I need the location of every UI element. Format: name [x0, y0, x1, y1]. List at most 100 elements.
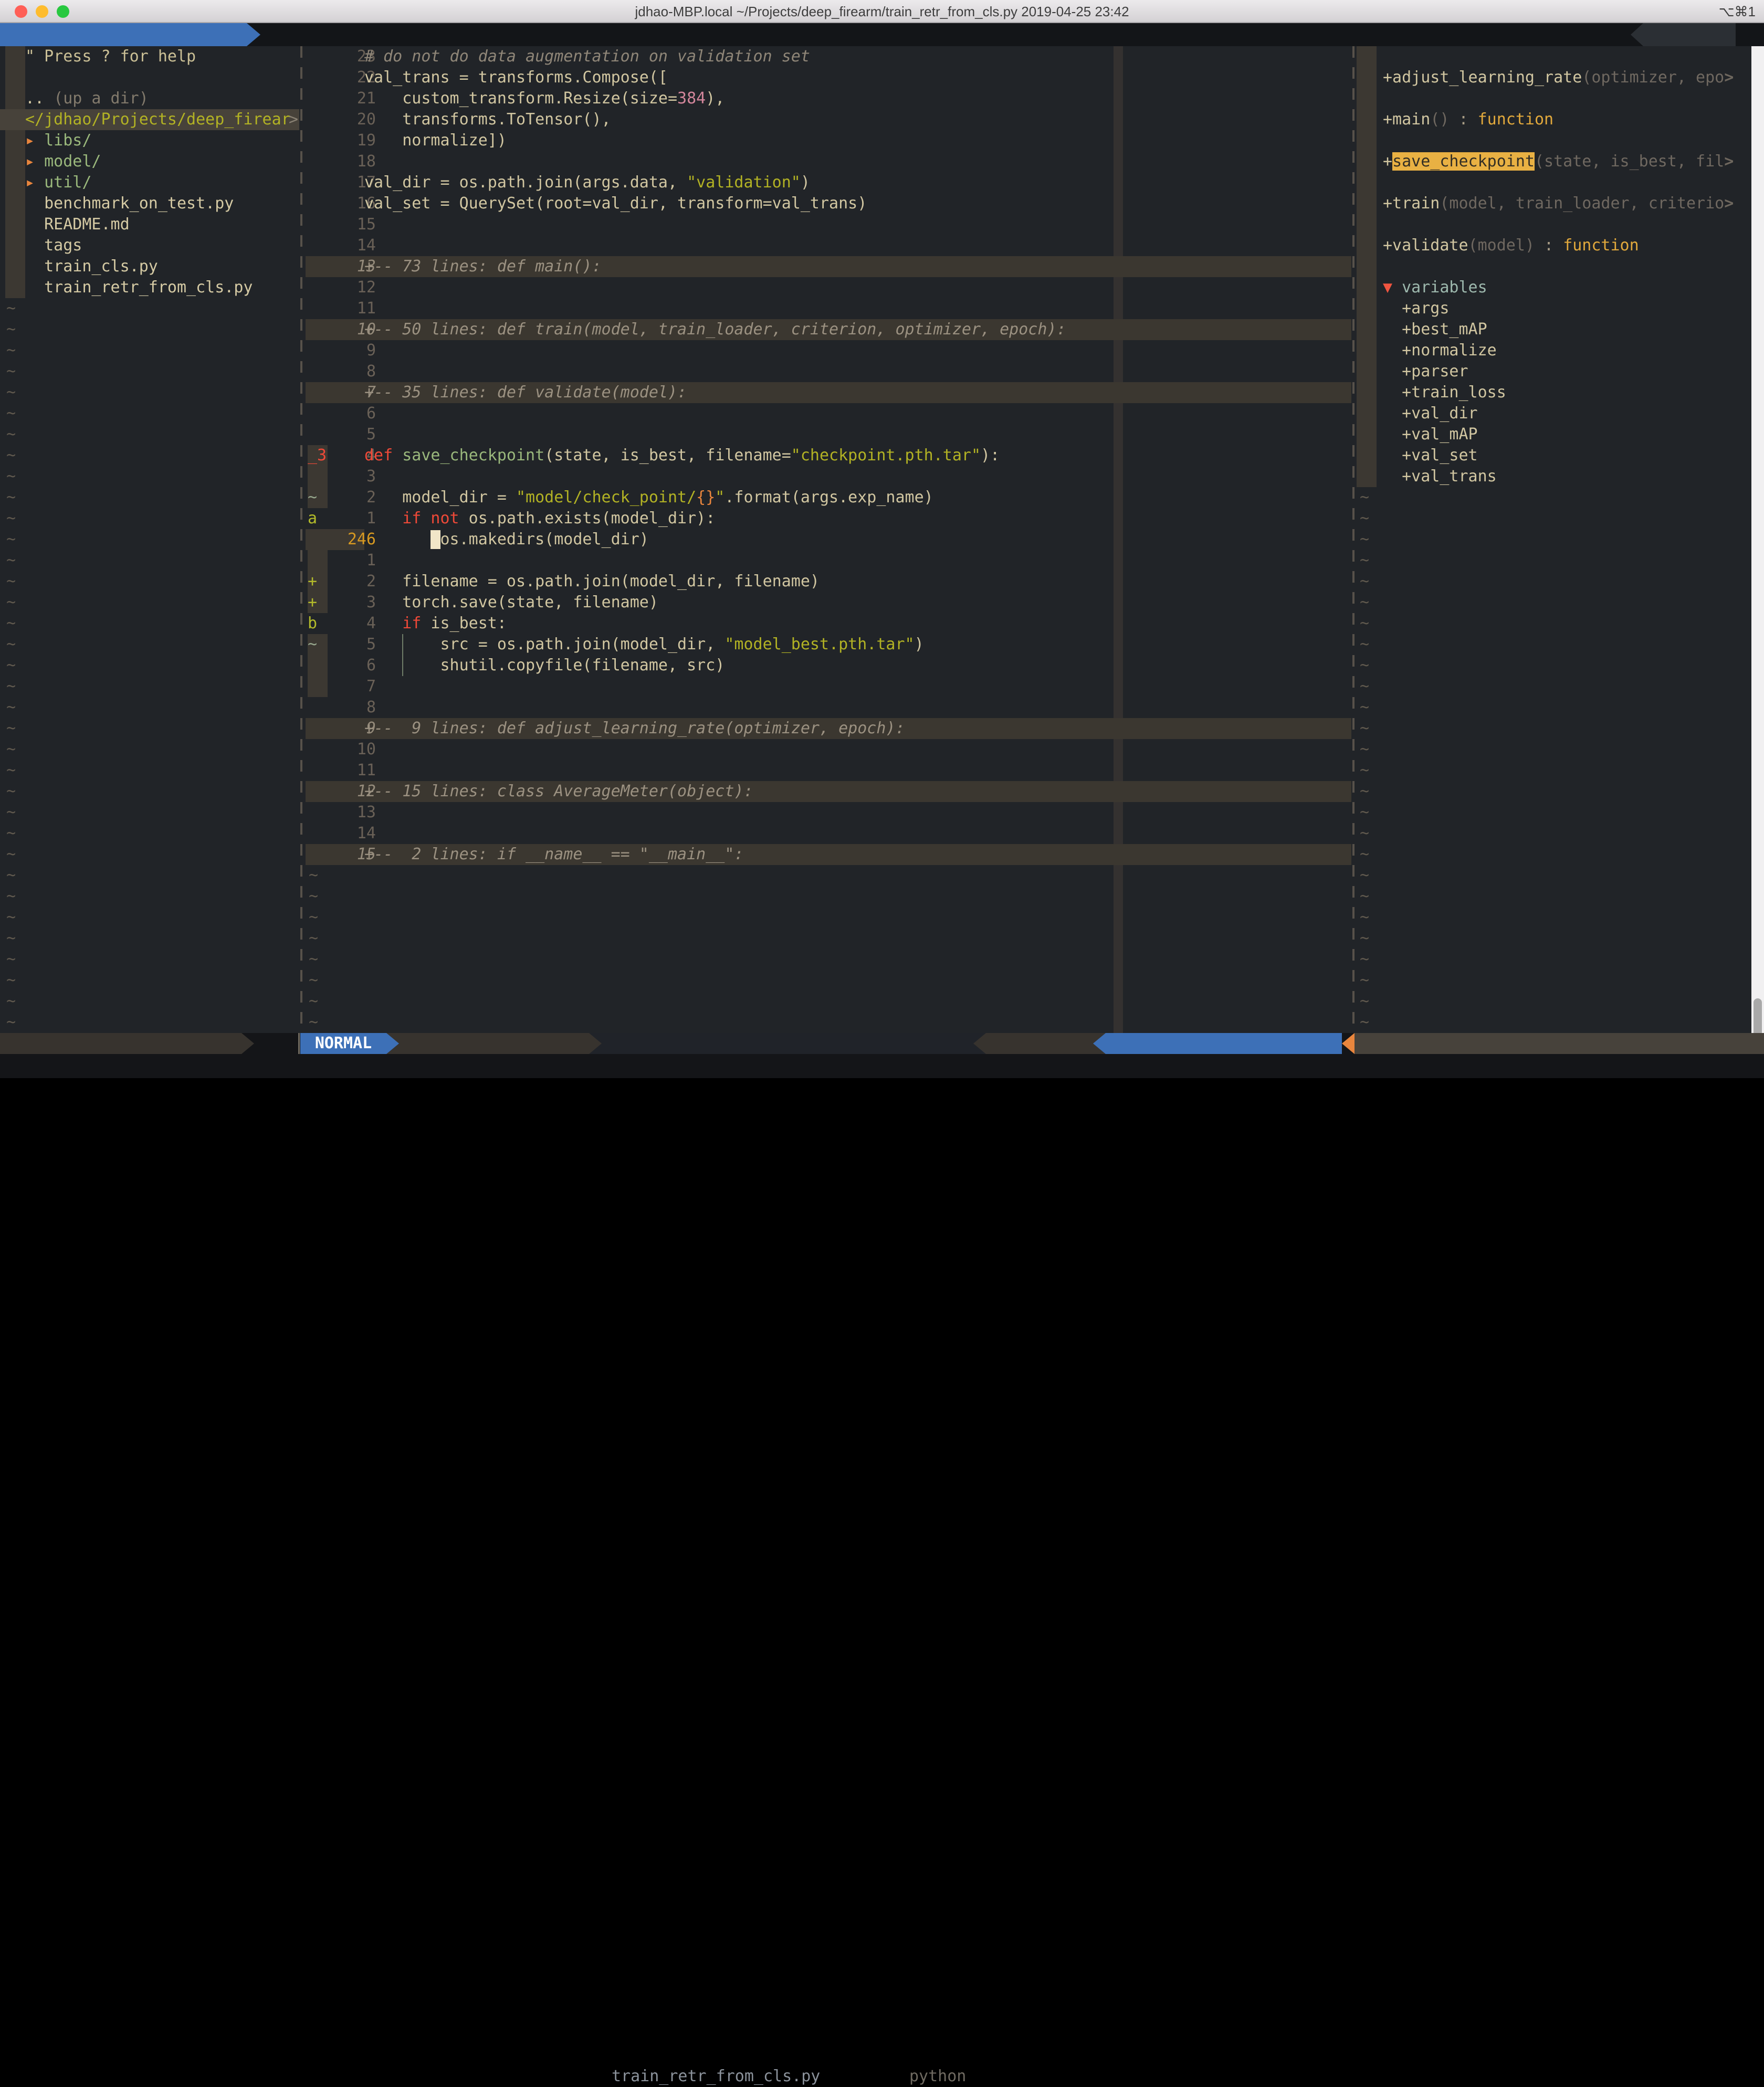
code-line[interactable]: 1 [306, 550, 1351, 571]
code-line[interactable]: 20 transforms.ToTensor(), [306, 109, 1351, 130]
code-line[interactable]: +3 torch.save(state, filename) [306, 592, 1351, 613]
tag-item[interactable]: +train(model, train_loader, criterio> [1356, 193, 1751, 214]
tree-item-dir[interactable]: ▸ util/ [0, 172, 299, 193]
code-line[interactable]: 18 [306, 151, 1351, 172]
tree-item-root[interactable]: </jdhao/Projects/deep_firear> [0, 109, 299, 130]
code-line[interactable]: 13 [306, 802, 1351, 823]
tree-item-dir[interactable]: ▸ model/ [0, 151, 299, 172]
fold-line[interactable]: 13+-- 73 lines: def main(): [306, 256, 1351, 277]
tree-item-file[interactable]: train_cls.py [0, 256, 299, 277]
empty-line-tilde: ~ [6, 529, 16, 550]
code-line[interactable]: 6 shutil.copyfile(filename, src) [306, 655, 1351, 676]
tree-item-updir[interactable]: .. (up a dir) [0, 88, 299, 109]
line-number: 15 [327, 214, 376, 235]
tree-item-file[interactable]: train_retr_from_cls.py [0, 277, 299, 298]
text-segment: ▸ [25, 131, 44, 150]
tree-item-file[interactable]: benchmark_on_test.py [0, 193, 299, 214]
window-separator-left[interactable] [300, 46, 302, 1033]
tag-item[interactable]: +parser [1356, 361, 1751, 382]
empty-line-tilde: ~ [1360, 634, 1369, 655]
text-segment: ) [801, 173, 810, 192]
tag-item[interactable]: +save_checkpoint(state, is_best, fil> [1356, 151, 1751, 172]
text-segment: .. [25, 89, 54, 108]
window-shortcut: ⌥⌘1 [1719, 4, 1756, 19]
code-line[interactable]: 246 os.makedirs(model_dir) [306, 529, 1351, 550]
sign-column [308, 466, 328, 487]
tag-text: +adjust_learning_rate(optimizer, epo> [1383, 67, 1734, 88]
text-segment: > [1724, 194, 1734, 213]
code-line[interactable]: ~5 src = os.path.join(model_dir, "model_… [306, 634, 1351, 655]
empty-line-tilde: ~ [1360, 676, 1369, 697]
code-line[interactable]: 14 [306, 823, 1351, 844]
text-segment: +val_dir [1383, 404, 1478, 423]
code-line[interactable]: 17val_dir = os.path.join(args.data, "val… [306, 172, 1351, 193]
code-line[interactable]: 10 [306, 739, 1351, 760]
text-segment: +main [1383, 110, 1430, 129]
tag-item[interactable]: +adjust_learning_rate(optimizer, epo> [1356, 67, 1751, 88]
text-segment: util/ [44, 173, 91, 192]
code-text: val_set = QuerySet(root=val_dir, transfo… [364, 193, 867, 214]
code-line[interactable]: 12 [306, 277, 1351, 298]
empty-line-tilde: ~ [6, 760, 16, 781]
command-line[interactable] [0, 1054, 1764, 1078]
tag-item[interactable]: +main() : function [1356, 109, 1751, 130]
tag-item[interactable]: +args [1356, 298, 1751, 319]
empty-line-tilde: ~ [1360, 487, 1369, 508]
code-line[interactable]: a1 if not os.path.exists(model_dir): [306, 508, 1351, 529]
window-separator-right[interactable] [1352, 46, 1354, 1033]
code-line[interactable]: 14 [306, 235, 1351, 256]
tag-item[interactable]: +val_mAP [1356, 424, 1751, 445]
tag-item[interactable]: +validate(model) : function [1356, 235, 1751, 256]
code-line[interactable]: +2 filename = os.path.join(model_dir, fi… [306, 571, 1351, 592]
code-line[interactable]: 19 normalize]) [306, 130, 1351, 151]
code-line[interactable]: 3 [306, 466, 1351, 487]
tree-item-file[interactable]: README.md [0, 214, 299, 235]
fold-line[interactable]: 7+-- 35 lines: def validate(model): [306, 382, 1351, 403]
tree-item-help[interactable]: " Press ? for help [0, 46, 299, 67]
line-number: 11 [327, 298, 376, 319]
tree-item-file[interactable]: tags [0, 235, 299, 256]
code-line[interactable]: 22val_trans = transforms.Compose([ [306, 67, 1351, 88]
tag-item[interactable]: +val_dir [1356, 403, 1751, 424]
text-segment: custom_transform.Resize(size= [364, 89, 677, 108]
tag-text: ▼ variables [1383, 277, 1487, 298]
code-line[interactable]: 8 [306, 361, 1351, 382]
text-segment: save_checkpoint [1392, 152, 1535, 171]
fold-line[interactable]: 9+-- 9 lines: def adjust_learning_rate(o… [306, 718, 1351, 739]
tree-item-dir[interactable]: ▸ libs/ [0, 130, 299, 151]
fold-line[interactable]: 12+-- 15 lines: class AverageMeter(objec… [306, 781, 1351, 802]
code-line[interactable]: 11 [306, 760, 1351, 781]
text-segment: (up a dir) [54, 89, 149, 108]
code-line[interactable]: 9 [306, 340, 1351, 361]
text-segment: def [364, 446, 393, 465]
tag-item[interactable]: +train_loss [1356, 382, 1751, 403]
code-line[interactable]: ~2 model_dir = "model/check_point/{}".fo… [306, 487, 1351, 508]
tag-item[interactable]: +val_set [1356, 445, 1751, 466]
scrollbar[interactable] [1751, 46, 1764, 1078]
code-line[interactable]: 7 [306, 676, 1351, 697]
tab-arrow-separator [247, 23, 260, 46]
code-line[interactable]: 5 [306, 424, 1351, 445]
text-segment: 384 [677, 89, 706, 108]
code-text: torch.save(state, filename) [364, 592, 658, 613]
code-line[interactable]: 6 [306, 403, 1351, 424]
code-line[interactable]: 8 [306, 697, 1351, 718]
text-cursor[interactable] [430, 530, 440, 549]
fold-line[interactable]: 10+-- 50 lines: def train(model, train_l… [306, 319, 1351, 340]
code-line[interactable]: _34def save_checkpoint(state, is_best, f… [306, 445, 1351, 466]
code-line[interactable]: 16val_set = QuerySet(root=val_dir, trans… [306, 193, 1351, 214]
git-hunks-branch: +8 ~3 -3master⚡ [386, 1033, 589, 1054]
fold-line[interactable]: 15+-- 2 lines: if __name__ == "__main__"… [306, 844, 1351, 865]
code-text: src = os.path.join(model_dir, "model_bes… [364, 634, 924, 655]
code-line[interactable]: b4 if is_best: [306, 613, 1351, 634]
buffers-button[interactable]: buffers [1643, 23, 1736, 46]
tag-item[interactable]: +best_mAP [1356, 319, 1751, 340]
tab-active[interactable]: 1. train_retr_from_cls.py [0, 23, 247, 46]
tag-item[interactable]: +val_trans [1356, 466, 1751, 487]
code-line[interactable]: 23# do not do data augmentation on valid… [306, 46, 1351, 67]
code-line[interactable]: 11 [306, 298, 1351, 319]
tag-item[interactable]: ▼ variables [1356, 277, 1751, 298]
code-line[interactable]: 21 custom_transform.Resize(size=384), [306, 88, 1351, 109]
code-line[interactable]: 15 [306, 214, 1351, 235]
tag-item[interactable]: +normalize [1356, 340, 1751, 361]
